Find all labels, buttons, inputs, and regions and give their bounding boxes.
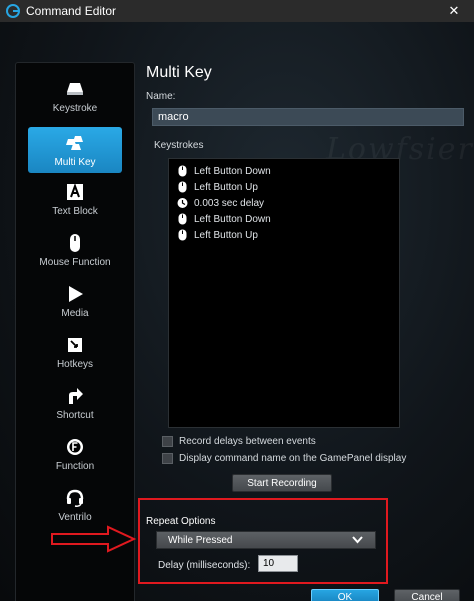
sidebar-item-keystroke[interactable]: Keystroke [28,77,122,123]
keystroke-text: Left Button Down [194,213,271,225]
list-item[interactable]: Left Button Down [177,212,271,226]
keystroke-text: Left Button Up [194,229,258,241]
sidebar-item-media[interactable]: Media [28,282,122,328]
sidebar-item-label: Hotkeys [56,359,94,370]
display-name-option[interactable]: Display command name on the GamePanel di… [162,452,406,465]
list-item[interactable]: Left Button Up [177,228,258,242]
mouse-icon [178,213,187,225]
sidebar-item-shortcut[interactable]: Shortcut [28,384,122,430]
record-delays-option[interactable]: Record delays between events [162,435,316,448]
sidebar-item-label: Mouse Function [39,257,111,268]
keystroke-text: Left Button Up [194,181,258,193]
sidebar-item-label: Function [55,461,95,472]
display-name-checkbox[interactable] [162,453,173,464]
list-item[interactable]: 0.003 sec delay [177,196,264,210]
logitech-logo-icon [6,4,20,18]
page-title: Multi Key [146,64,212,81]
keycap-icon [67,83,83,95]
delay-input[interactable] [258,555,298,572]
sidebar-item-label: Text Block [52,206,98,217]
annotation-arrow-icon [51,525,136,553]
sidebar-item-hotkeys[interactable]: Hotkeys [28,333,122,379]
mouse-icon [178,181,187,193]
ok-button[interactable]: OK [311,589,379,601]
sidebar-item-function[interactable]: Function [28,435,122,481]
keystrokes-list[interactable]: Left Button Down Left Button Up 0.003 se… [168,158,400,428]
display-name-label: Display command name on the GamePanel di… [179,453,407,464]
cancel-button[interactable]: Cancel [394,589,460,601]
chevron-down-icon [352,536,363,544]
list-item[interactable]: Left Button Down [177,164,271,178]
sidebar-item-multi-key[interactable]: Multi Key [28,127,122,173]
sidebar-item-label: Media [61,308,89,319]
list-item[interactable]: Left Button Up [177,180,258,194]
function-gear-icon [67,439,83,455]
multi-keycap-icon [66,135,83,150]
start-recording-button[interactable]: Start Recording [232,474,332,492]
mouse-icon [70,234,80,252]
headset-icon [66,489,84,507]
window-title: Command Editor [26,4,117,18]
delay-label: Delay (milliseconds): [158,560,251,571]
hotkey-icon [68,338,82,352]
sidebar-item-label: Shortcut [56,410,94,421]
title-bar: Command Editor ✕ [0,0,474,22]
keystroke-text: 0.003 sec delay [194,197,265,209]
repeat-mode-dropdown[interactable]: While Pressed [156,531,376,549]
name-input[interactable] [152,108,464,126]
mouse-icon [178,165,187,177]
record-delays-checkbox[interactable] [162,436,173,447]
sidebar-item-label: Multi Key [54,156,96,168]
record-delays-label: Record delays between events [179,436,316,447]
repeat-options-label: Repeat Options [146,516,216,527]
multi-key-panel: Multi Key Name: Lowfsiersons Keystrokes … [138,62,474,601]
text-a-icon [67,183,83,200]
close-button[interactable]: ✕ [434,0,474,22]
command-type-sidebar: Keystroke Multi Key Text Block Mouse Fun… [15,62,135,601]
mouse-icon [178,229,187,241]
keystroke-text: Left Button Down [194,165,271,177]
sidebar-item-text-block[interactable]: Text Block [28,180,122,226]
sidebar-item-label: Keystroke [52,103,98,114]
play-icon [69,286,83,302]
sidebar-item-label: Ventrilo [58,512,92,523]
name-label: Name: [146,91,176,102]
sidebar-item-mouse-function[interactable]: Mouse Function [28,231,122,277]
shortcut-arrow-icon [69,388,83,404]
repeat-mode-value: While Pressed [168,534,233,546]
keystrokes-label: Keystrokes [154,140,204,151]
clock-icon [177,198,188,208]
command-editor-window: Keystroke Multi Key Text Block Mouse Fun… [0,22,474,601]
